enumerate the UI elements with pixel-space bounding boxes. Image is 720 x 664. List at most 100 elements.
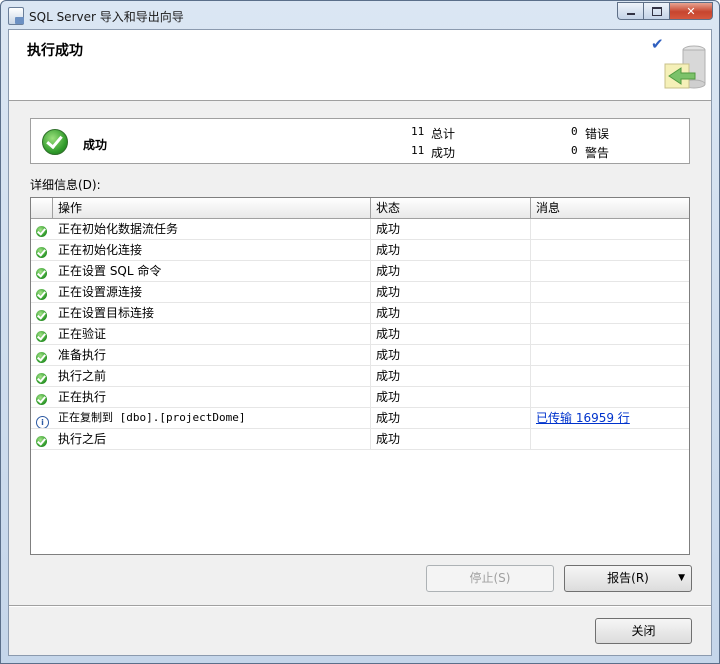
- success-icon: [36, 331, 47, 342]
- row-operation: 执行之后: [53, 429, 371, 449]
- success-icon: [36, 289, 47, 300]
- total-count: 11: [411, 125, 425, 138]
- row-icon-cell: [31, 324, 53, 344]
- row-operation: 准备执行: [53, 345, 371, 365]
- row-status: 成功: [371, 324, 531, 344]
- page-title: 执行成功: [27, 43, 83, 59]
- row-operation: 正在复制到 [dbo].[projectDome]: [53, 408, 371, 428]
- close-window-button[interactable]: ✕: [669, 2, 713, 20]
- table-row[interactable]: 正在初始化连接 成功: [31, 240, 689, 261]
- row-operation: 正在设置目标连接: [53, 303, 371, 323]
- table-row[interactable]: 执行之前 成功: [31, 366, 689, 387]
- title-bar[interactable]: SQL Server 导入和导出向导 ✕: [1, 1, 719, 29]
- row-status: 成功: [371, 282, 531, 302]
- details-label: 详细信息(D):: [30, 178, 101, 192]
- success-icon: [42, 129, 68, 155]
- grid-header-message[interactable]: 消息: [531, 198, 689, 218]
- table-row[interactable]: 正在执行 成功: [31, 387, 689, 408]
- table-row[interactable]: 正在设置目标连接 成功: [31, 303, 689, 324]
- row-status: 成功: [371, 408, 531, 428]
- window-controls: ✕: [617, 2, 713, 20]
- report-button-label: 报告(R): [607, 571, 649, 585]
- success-icon: [36, 247, 47, 258]
- info-icon: i: [36, 416, 49, 428]
- error-count: 0: [571, 125, 578, 138]
- row-status: 成功: [371, 261, 531, 281]
- table-row[interactable]: 正在验证 成功: [31, 324, 689, 345]
- minimize-button[interactable]: [617, 2, 643, 20]
- row-status: 成功: [371, 219, 531, 239]
- row-icon-cell: [31, 219, 53, 239]
- row-operation: 执行之前: [53, 366, 371, 386]
- total-label: 总计: [431, 127, 456, 141]
- row-message: [531, 429, 689, 449]
- row-icon-cell: i: [31, 408, 53, 428]
- maximize-icon: [651, 6, 662, 16]
- minimize-icon: [626, 13, 635, 15]
- row-icon-cell: [31, 282, 53, 302]
- wizard-header: 执行成功 ✔: [9, 30, 711, 101]
- grid-header-icon-col: [31, 198, 53, 218]
- row-icon-cell: [31, 303, 53, 323]
- close-icon: ✕: [686, 4, 696, 18]
- row-icon-cell: [31, 387, 53, 407]
- row-operation: 正在验证: [53, 324, 371, 344]
- window-title: SQL Server 导入和导出向导: [29, 10, 184, 24]
- row-icon-cell: [31, 345, 53, 365]
- dropdown-arrow-icon: ▼: [678, 573, 685, 583]
- row-icon-cell: [31, 240, 53, 260]
- row-message: [531, 324, 689, 344]
- wizard-window: SQL Server 导入和导出向导 ✕ 执行成功 ✔ 成功 11 总计 11: [0, 0, 720, 664]
- grid-header: 操作 状态 消息: [31, 198, 689, 219]
- table-row[interactable]: 正在设置源连接 成功: [31, 282, 689, 303]
- success-count: 11: [411, 144, 425, 157]
- table-row[interactable]: i 正在复制到 [dbo].[projectDome] 成功 已传输 16959 行: [31, 408, 689, 429]
- row-status: 成功: [371, 387, 531, 407]
- grid-header-status[interactable]: 状态: [371, 198, 531, 218]
- close-button[interactable]: 关闭: [595, 618, 692, 644]
- table-row[interactable]: 正在设置 SQL 命令 成功: [31, 261, 689, 282]
- table-row[interactable]: 准备执行 成功: [31, 345, 689, 366]
- success-icon: [36, 226, 47, 237]
- row-message: [531, 261, 689, 281]
- warning-label: 警告: [585, 146, 610, 160]
- maximize-button[interactable]: [643, 2, 669, 20]
- warning-count: 0: [571, 144, 578, 157]
- row-status: 成功: [371, 240, 531, 260]
- success-icon: [36, 436, 47, 447]
- wizard-client-area: 执行成功 ✔ 成功 11 总计 11 成功 0 错误 0 警告 详细信息(D):: [8, 29, 712, 656]
- grid-header-operation[interactable]: 操作: [53, 198, 371, 218]
- row-icon-cell: [31, 261, 53, 281]
- success-label: 成功: [431, 146, 456, 160]
- row-message: [531, 240, 689, 260]
- report-button[interactable]: 报告(R) ▼: [564, 565, 692, 592]
- row-message: [531, 366, 689, 386]
- row-message: [531, 345, 689, 365]
- table-row[interactable]: 正在初始化数据流任务 成功: [31, 219, 689, 240]
- details-grid[interactable]: 操作 状态 消息 正在初始化数据流任务 成功 正在初始化连接 成功 正在设置 SQL 命…: [30, 197, 690, 555]
- row-status: 成功: [371, 366, 531, 386]
- success-icon: [36, 394, 47, 405]
- row-message: [531, 303, 689, 323]
- row-message: [531, 282, 689, 302]
- row-message: [531, 387, 689, 407]
- success-icon: [36, 352, 47, 363]
- success-icon: [36, 310, 47, 321]
- row-operation: 正在设置源连接: [53, 282, 371, 302]
- app-icon: [8, 7, 24, 25]
- summary-status: 成功: [83, 138, 108, 152]
- row-icon-cell: [31, 429, 53, 449]
- table-row[interactable]: 执行之后 成功: [31, 429, 689, 450]
- row-status: 成功: [371, 303, 531, 323]
- row-status: 成功: [371, 429, 531, 449]
- summary-panel: 成功 11 总计 11 成功 0 错误 0 警告: [30, 118, 690, 164]
- success-icon: [36, 268, 47, 279]
- error-label: 错误: [585, 127, 610, 141]
- row-operation: 正在初始化连接: [53, 240, 371, 260]
- row-operation: 正在初始化数据流任务: [53, 219, 371, 239]
- footer-divider: [9, 605, 711, 607]
- row-operation: 正在执行: [53, 387, 371, 407]
- stop-button[interactable]: 停止(S): [426, 565, 554, 592]
- rows-transferred-link[interactable]: 已传输 16959 行: [536, 411, 630, 425]
- row-message: [531, 219, 689, 239]
